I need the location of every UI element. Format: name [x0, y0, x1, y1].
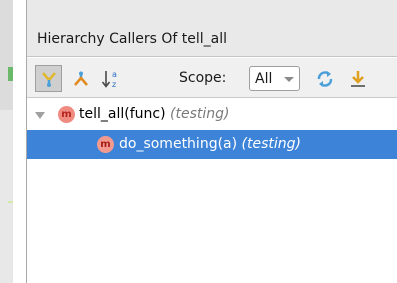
hierarchy-tool-window-screen: Hierarchy Callers Of tell_all a z Scope:…	[0, 0, 397, 283]
refresh-icon	[317, 70, 332, 87]
editor-gutter-strip	[0, 0, 13, 283]
callee-hierarchy-button[interactable]	[67, 65, 94, 92]
editor-gutter-top	[0, 0, 13, 110]
export-icon	[350, 70, 365, 87]
scope-label: Scope:	[179, 70, 227, 86]
scope-dropdown[interactable]: All	[249, 66, 300, 91]
hierarchy-panel: Hierarchy Callers Of tell_all a z Scope:…	[26, 0, 397, 283]
chevron-down-icon	[284, 77, 294, 82]
method-context: (testing)	[170, 106, 230, 122]
method-name: tell_all(func)	[79, 106, 166, 122]
tree-row-label: do_something(a) (testing)	[119, 136, 301, 152]
svg-text:a: a	[112, 70, 117, 79]
tree-row-label: tell_all(func) (testing)	[79, 106, 229, 122]
change-marker	[8, 67, 13, 81]
hierarchy-toolbar: a z Scope: All	[27, 58, 397, 98]
scope-dropdown-value: All	[255, 70, 273, 87]
tree-row-tell-all[interactable]: m tell_all(func) (testing)	[27, 101, 397, 130]
export-button[interactable]	[344, 65, 371, 92]
caller-hierarchy-button[interactable]	[35, 65, 62, 92]
method-icon: m	[58, 106, 75, 123]
sort-alphabetically-button[interactable]: a z	[97, 65, 124, 92]
method-icon: m	[97, 136, 114, 153]
callee-hierarchy-icon	[73, 71, 88, 86]
tree-row-do-something[interactable]: m do_something(a) (testing)	[27, 130, 397, 159]
panel-title: Hierarchy Callers Of tell_all	[37, 31, 228, 47]
change-marker-small	[8, 201, 13, 203]
panel-titlebar: Hierarchy Callers Of tell_all	[27, 0, 397, 57]
method-name: do_something(a)	[119, 136, 238, 152]
caller-hierarchy-icon	[41, 71, 56, 87]
method-context: (testing)	[241, 136, 301, 152]
sort-alphabetically-icon: a z	[101, 70, 117, 89]
expand-arrow-icon[interactable]	[35, 112, 45, 119]
svg-text:z: z	[112, 80, 116, 89]
refresh-button[interactable]	[311, 65, 338, 92]
hierarchy-tree: m tell_all(func) (testing) m do_somethin…	[27, 99, 397, 283]
